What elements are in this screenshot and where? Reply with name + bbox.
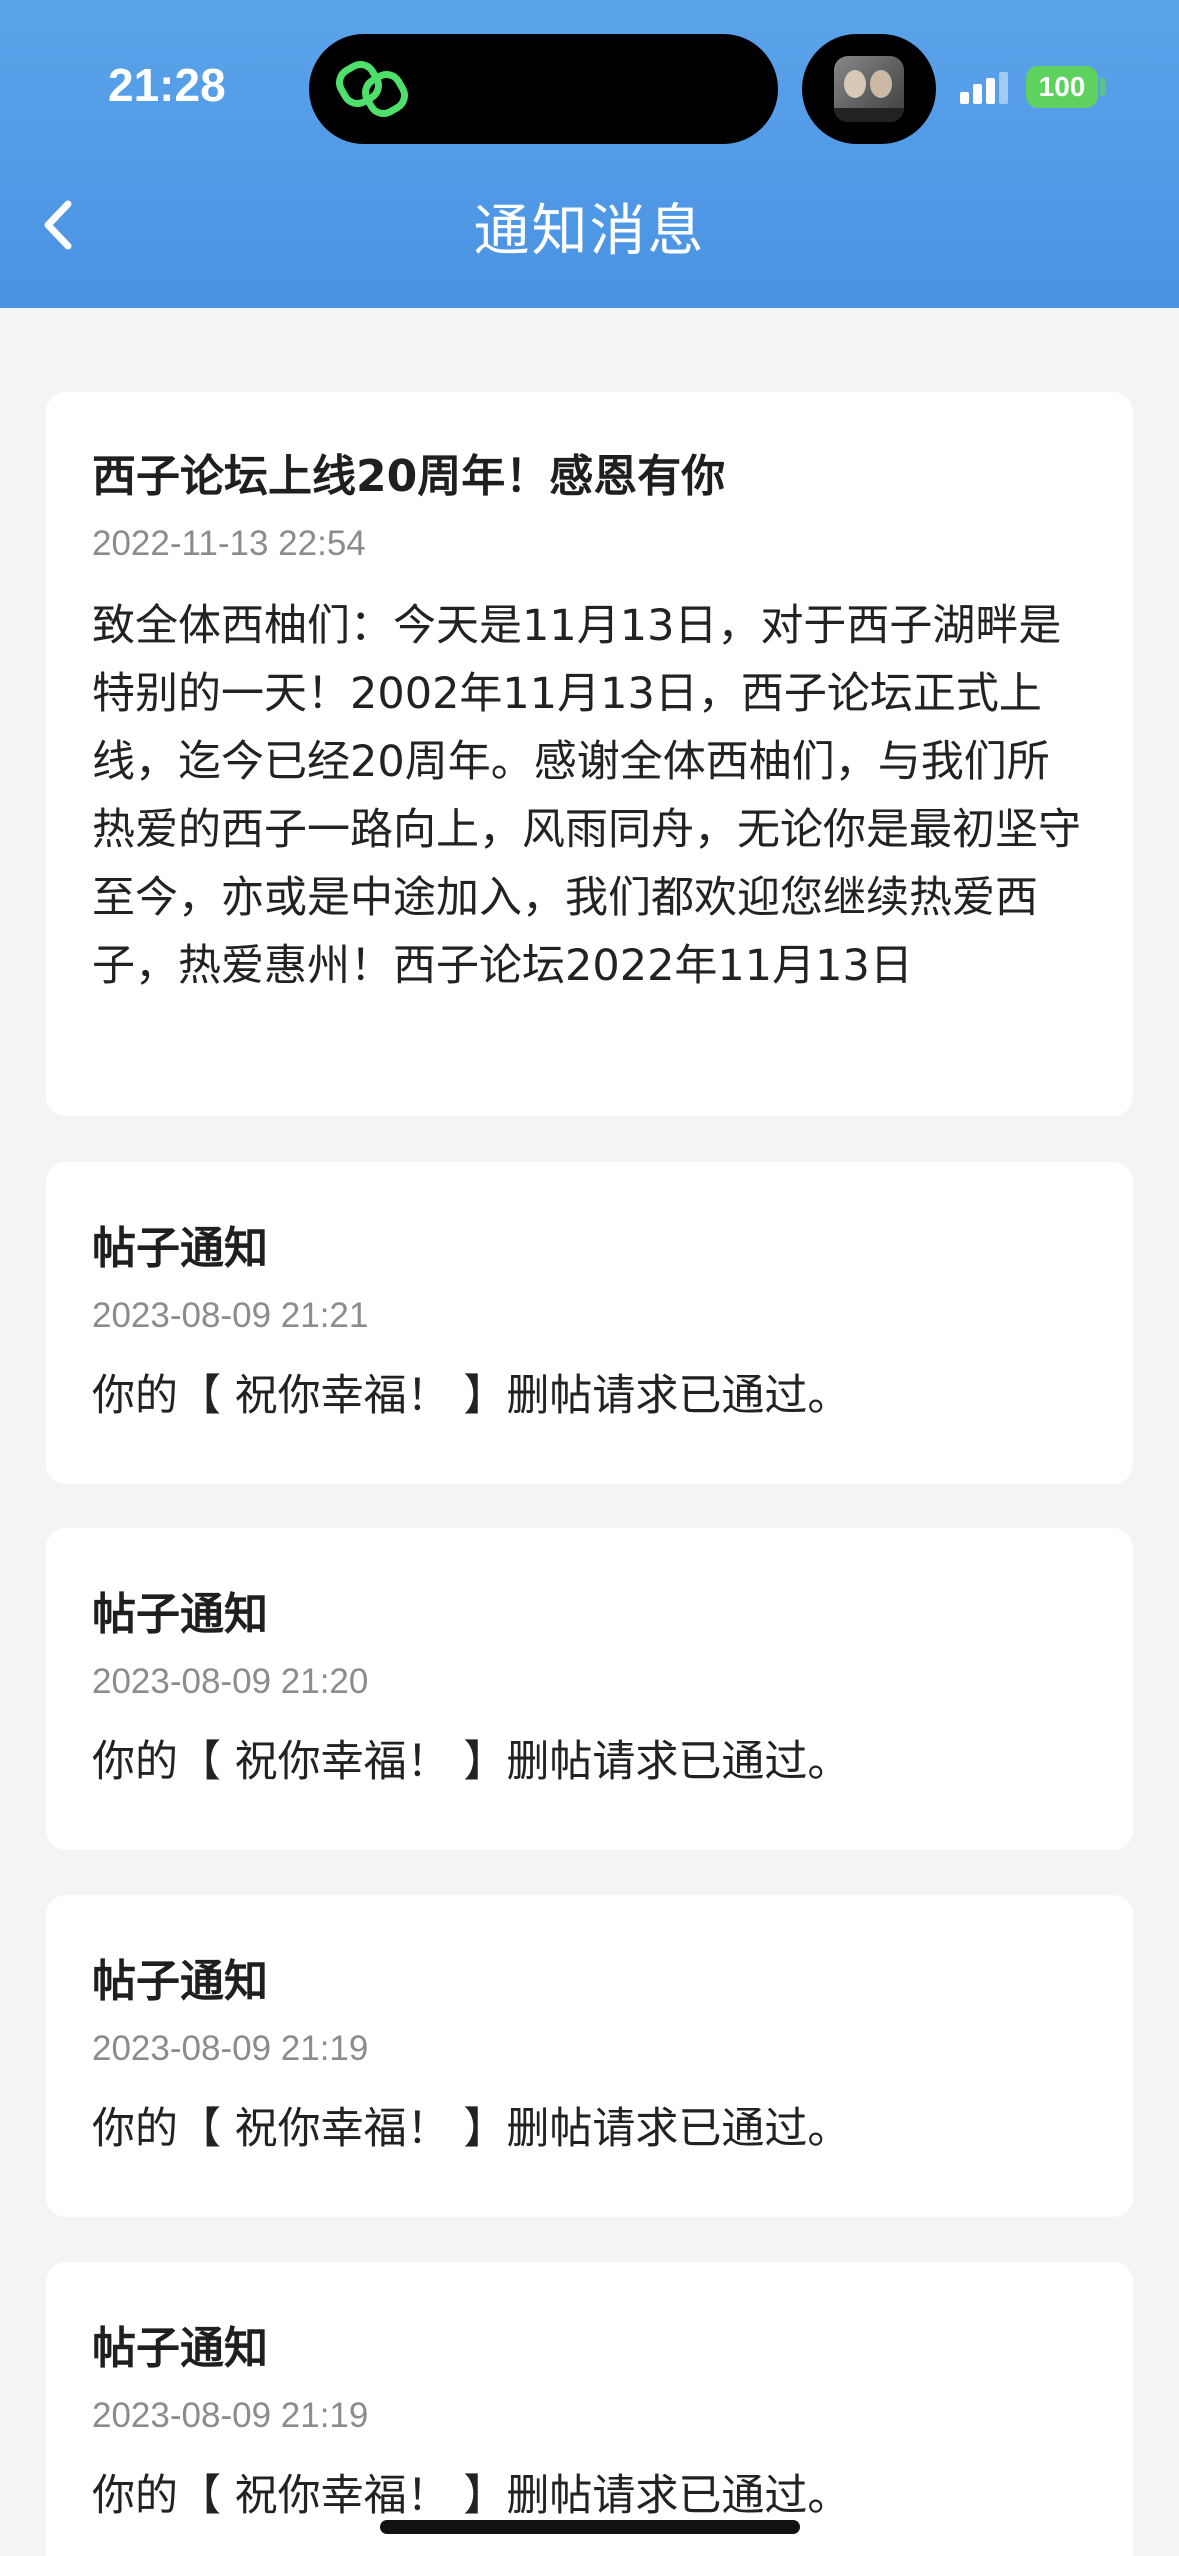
notification-time: 2023-08-09 21:21 [92, 1296, 369, 1335]
app-header: 21:28 100 通知消息 [0, 0, 1179, 308]
live-activity[interactable] [802, 34, 936, 144]
dynamic-island[interactable] [309, 34, 778, 144]
notification-title: 帖子通知 [92, 2323, 268, 2374]
notification-card[interactable]: 帖子通知 2023-08-09 21:19 你的【 祝你幸福！ 】删帖请求已通过… [46, 1895, 1133, 2217]
notification-body: 你的【 祝你幸福！ 】删帖请求已通过。 [92, 1371, 851, 1421]
notification-time: 2023-08-09 21:20 [92, 1662, 369, 1701]
notification-card[interactable]: 帖子通知 2023-08-09 21:20 你的【 祝你幸福！ 】删帖请求已通过… [46, 1528, 1133, 1850]
status-time: 21:28 [108, 59, 226, 111]
link-icon [336, 61, 408, 117]
notification-card[interactable]: 帖子通知 2023-08-09 21:21 你的【 祝你幸福！ 】删帖请求已通过… [46, 1162, 1133, 1484]
battery-indicator: 100 [1026, 66, 1098, 108]
notification-time: 2022-11-13 22:54 [92, 524, 366, 563]
home-indicator[interactable] [380, 2520, 800, 2534]
notification-body: 你的【 祝你幸福！ 】删帖请求已通过。 [92, 1737, 851, 1787]
notification-card[interactable]: 西子论坛上线20周年！感恩有你 2022-11-13 22:54 致全体西柚们：… [46, 392, 1133, 1116]
notification-title: 帖子通知 [92, 1956, 268, 2007]
notification-body: 致全体西柚们：今天是11月13日，对于西子湖畔是特别的一天！2002年11月13… [92, 601, 1081, 991]
signal-icon [960, 72, 1008, 104]
notification-time: 2023-08-09 21:19 [92, 2029, 369, 2068]
notification-title: 帖子通知 [92, 1589, 268, 1640]
video-thumbnail [834, 56, 904, 122]
notification-title: 西子论坛上线20周年！感恩有你 [92, 451, 726, 502]
notification-time: 2023-08-09 21:19 [92, 2396, 369, 2435]
battery-tip [1100, 78, 1106, 96]
notification-card[interactable]: 帖子通知 2023-08-09 21:19 你的【 祝你幸福！ 】删帖请求已通过… [46, 2262, 1133, 2556]
page-title: 通知消息 [473, 199, 706, 264]
notification-body: 你的【 祝你幸福！ 】删帖请求已通过。 [92, 2104, 851, 2154]
notification-title: 帖子通知 [92, 1223, 268, 1274]
